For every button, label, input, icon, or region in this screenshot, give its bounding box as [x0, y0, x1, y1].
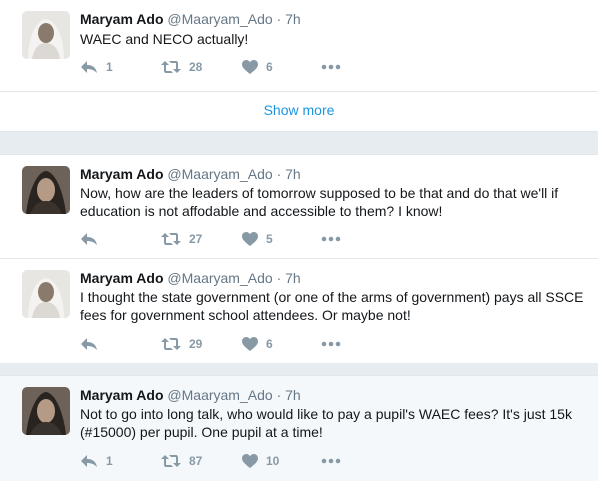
- author-handle[interactable]: @Maaryam_Ado: [167, 166, 272, 182]
- more-dots-icon: [321, 458, 341, 464]
- retweet-icon: [161, 454, 181, 468]
- author-handle[interactable]: @Maaryam_Ado: [167, 11, 272, 27]
- retweet-icon: [161, 337, 181, 351]
- avatar[interactable]: [22, 11, 70, 59]
- reply-button[interactable]: 1: [80, 453, 113, 469]
- retweet-button[interactable]: 87: [161, 453, 202, 469]
- show-more-link[interactable]: Show more: [0, 91, 598, 131]
- tweet[interactable]: Maryam Ado @Maaryam_Ado · 7h Not to go i…: [0, 375, 598, 481]
- heart-icon: [242, 232, 258, 246]
- author-name[interactable]: Maryam Ado: [80, 11, 164, 27]
- more-dots-icon: [321, 236, 341, 242]
- heart-icon: [242, 337, 258, 351]
- retweet-count: 27: [189, 232, 203, 246]
- like-count: 10: [266, 454, 280, 468]
- author-handle[interactable]: @Maaryam_Ado: [167, 387, 272, 403]
- heart-icon: [242, 454, 258, 468]
- timestamp[interactable]: 7h: [285, 11, 301, 27]
- more-dots-icon: [321, 341, 341, 347]
- tweet-text: Not to go into long talk, who would like…: [80, 406, 572, 440]
- author-name[interactable]: Maryam Ado: [80, 270, 164, 286]
- like-count: 6: [266, 60, 273, 74]
- reply-count: 1: [106, 454, 113, 468]
- like-count: 6: [266, 337, 273, 351]
- tweet[interactable]: Maryam Ado @Maaryam_Ado · 7h Now, how ar…: [0, 154, 598, 258]
- more-button[interactable]: [321, 231, 341, 247]
- tweet[interactable]: Maryam Ado @Maaryam_Ado · 7h WAEC and NE…: [0, 0, 598, 91]
- more-button[interactable]: [321, 336, 341, 352]
- more-dots-icon: [321, 64, 341, 70]
- tweet-header: Maryam Ado @Maaryam_Ado · 7h: [80, 270, 301, 286]
- retweet-button[interactable]: 28: [161, 59, 202, 75]
- author-name[interactable]: Maryam Ado: [80, 387, 164, 403]
- reply-icon: [80, 454, 98, 468]
- retweet-button[interactable]: 27: [161, 231, 202, 247]
- retweet-count: 87: [189, 454, 203, 468]
- avatar[interactable]: [22, 270, 70, 318]
- reply-count: 1: [106, 60, 113, 74]
- retweet-icon: [161, 60, 181, 74]
- timestamp[interactable]: 7h: [285, 270, 301, 286]
- avatar[interactable]: [22, 387, 70, 435]
- tweet-text: Now, how are the leaders of tomorrow sup…: [80, 185, 559, 219]
- tweet-text: WAEC and NECO actually!: [80, 31, 249, 47]
- more-button[interactable]: [321, 59, 341, 75]
- retweet-count: 28: [189, 60, 203, 74]
- like-button[interactable]: 10: [242, 453, 279, 469]
- retweet-button[interactable]: 29: [161, 336, 202, 352]
- timestamp[interactable]: 7h: [285, 387, 301, 403]
- separator-dot: ·: [276, 166, 282, 182]
- like-button[interactable]: 6: [242, 336, 273, 352]
- avatar[interactable]: [22, 166, 70, 214]
- reply-icon: [80, 337, 98, 351]
- like-button[interactable]: 6: [242, 59, 273, 75]
- reply-button[interactable]: [80, 336, 106, 352]
- like-button[interactable]: 5: [242, 231, 273, 247]
- reply-icon: [80, 60, 98, 74]
- separator-dot: ·: [276, 11, 282, 27]
- author-handle[interactable]: @Maaryam_Ado: [167, 270, 272, 286]
- heart-icon: [242, 60, 258, 74]
- retweet-count: 29: [189, 337, 203, 351]
- timestamp[interactable]: 7h: [285, 166, 301, 182]
- author-name[interactable]: Maryam Ado: [80, 166, 164, 182]
- like-count: 5: [266, 232, 273, 246]
- reply-button[interactable]: [80, 231, 106, 247]
- tweet[interactable]: Maryam Ado @Maaryam_Ado · 7h I thought t…: [0, 258, 598, 363]
- more-button[interactable]: [321, 453, 341, 469]
- divider: [0, 131, 598, 132]
- tweet-text: I thought the state government (or one o…: [80, 289, 584, 323]
- tweet-header: Maryam Ado @Maaryam_Ado · 7h: [80, 166, 301, 182]
- retweet-icon: [161, 232, 181, 246]
- tweet-header: Maryam Ado @Maaryam_Ado · 7h: [80, 387, 301, 403]
- separator-dot: ·: [276, 270, 282, 286]
- separator-dot: ·: [276, 387, 282, 403]
- reply-button[interactable]: 1: [80, 59, 113, 75]
- reply-icon: [80, 232, 98, 246]
- tweet-header: Maryam Ado @Maaryam_Ado · 7h: [80, 11, 301, 27]
